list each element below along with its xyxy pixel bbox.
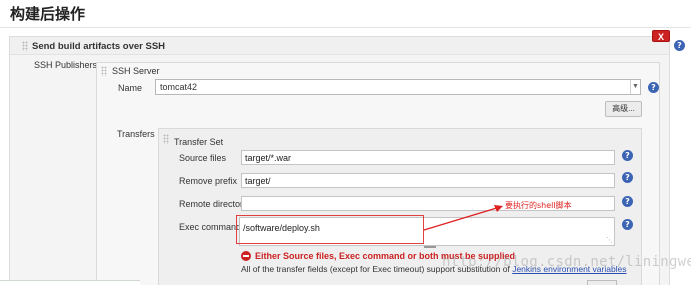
bottom-strip [0, 280, 140, 285]
annotation-arrow [423, 205, 503, 231]
error-icon [241, 251, 251, 261]
annotation-text: 要执行的shell脚本 [505, 201, 572, 210]
watermark: http://blog.csdn.net/liningwei168 [442, 254, 691, 270]
bottom-button[interactable] [587, 280, 617, 285]
